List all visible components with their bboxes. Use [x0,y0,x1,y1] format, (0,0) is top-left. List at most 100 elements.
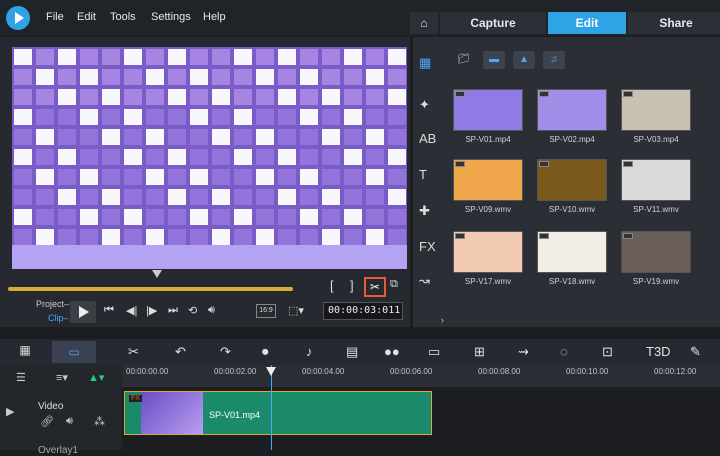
add-marker-icon[interactable]: ▲▾ [88,371,104,384]
tab-share[interactable]: Share [628,12,720,34]
light-tile [256,149,274,165]
light-tile [212,149,230,165]
video-clip[interactable]: FX SP-V01.mp4 [124,391,432,435]
crop-icon[interactable]: ⬚▾ [288,304,304,317]
prev-frame-icon[interactable]: ◀| [126,304,137,317]
pan-zoom-icon[interactable]: ⊡ [602,344,613,360]
record-icon[interactable]: ⏺ [262,344,269,360]
show-audio-icon[interactable]: ♫ [543,51,565,69]
link-icon[interactable]: 🔗︎ [40,415,54,428]
chapter-icon[interactable]: ≡▾ [56,371,68,384]
media-thumbnail[interactable] [537,231,607,273]
light-tile [14,89,32,105]
filter-icon[interactable]: FX [419,239,436,254]
light-tile [212,129,230,145]
enlarge-icon[interactable]: ⧉ [390,278,398,291]
light-tile [58,149,76,165]
expand-panel-icon[interactable]: › [441,315,453,327]
next-frame-icon[interactable]: |▶ [146,304,157,317]
subtitle-icon[interactable]: ▭ [428,344,440,360]
menu-tools[interactable]: Tools [110,11,136,23]
media-type-icon [539,161,549,167]
tools-icon[interactable]: ✂ [128,344,139,360]
media-thumbnail[interactable] [621,159,691,201]
media-thumbnail[interactable] [537,159,607,201]
scrub-bar[interactable] [8,287,293,291]
tab-capture[interactable]: Capture [440,12,546,34]
menu-settings[interactable]: Settings [151,11,191,23]
media-thumbnail[interactable] [453,231,523,273]
repeat-icon[interactable]: ⟲ [188,304,197,317]
path-icon[interactable]: ↝ [419,273,430,289]
light-tile [322,69,340,85]
timeline-ruler[interactable]: 00:00:00.00 00:00:02.00 00:00:04.00 00:00:0… [122,365,720,387]
media-thumbnail[interactable] [537,89,607,131]
light-tile [190,229,208,245]
show-photos-icon[interactable]: ▲ [513,51,535,69]
tab-edit[interactable]: Edit [548,12,626,34]
media-thumbnail[interactable] [621,231,691,273]
track-manager-icon[interactable]: ☰ [16,371,26,384]
light-tile [366,49,384,65]
storyboard-view-icon[interactable]: ▦ [10,343,40,361]
show-videos-icon[interactable]: ▬ [483,51,505,69]
ripple-icon[interactable]: ⁂ [94,415,105,428]
scrubber-knob[interactable] [152,270,162,278]
light-tile [300,89,318,105]
volume-icon[interactable]: 🔊︎ [208,304,215,317]
project-mode-label[interactable]: Project– [36,299,69,309]
playhead-handle[interactable] [266,367,276,376]
instant-project-icon[interactable]: ✦ [419,97,430,113]
mark-out-button[interactable]: ] [350,278,354,293]
time-remapping-icon[interactable]: ⇝ [518,344,529,360]
home-frame-icon[interactable]: ⏮ [104,304,114,317]
mask-creator-icon[interactable]: ◌ [560,344,568,359]
menu-edit[interactable]: Edit [77,11,96,23]
light-tile [366,189,384,205]
sound-mixer-icon[interactable]: ♪ [306,344,313,359]
light-tile [256,89,274,105]
add-folder-icon[interactable]: 📁︎ [453,51,475,69]
split-clip-icon[interactable]: ✂ [364,277,386,297]
multi-camera-icon[interactable]: ⊞ [474,344,485,360]
light-tile [124,69,142,85]
media-thumbnail[interactable] [453,159,523,201]
auto-music-icon[interactable]: ▤ [346,344,358,360]
menu-help[interactable]: Help [203,11,226,23]
media-icon[interactable]: ▦ [419,55,431,71]
light-tile [168,149,186,165]
track-volume-icon[interactable]: 🔊︎ [66,415,73,428]
timeline-tracks[interactable]: FX SP-V01.mp4 [122,387,720,450]
timecode-field[interactable]: 00:00:03:011 [323,302,403,320]
motion-tracking-icon[interactable]: ●● [384,344,400,359]
undo-icon[interactable]: ↶ [175,344,186,360]
light-tile [300,109,318,125]
painting-icon[interactable]: ✎ [690,344,701,360]
end-frame-icon[interactable]: ⏭ [168,304,178,317]
light-tile [234,229,252,245]
title-icon[interactable]: T [419,167,427,182]
light-tile [322,49,340,65]
light-tile [256,69,274,85]
light-tile [124,89,142,105]
light-tile [124,49,142,65]
redo-icon[interactable]: ↷ [220,344,231,360]
light-tile [190,169,208,185]
graphics-icon[interactable]: ✚ [419,203,430,219]
timeline-view-icon[interactable]: ▭ [52,341,96,363]
overlay-track-label: Overlay1 [38,445,79,456]
mark-in-button[interactable]: [ [330,278,334,293]
play-button[interactable] [70,301,96,323]
light-tile [146,89,164,105]
transition-icon[interactable]: AB [419,131,436,146]
menu-file[interactable]: File [46,11,64,23]
light-tile [102,129,120,145]
clip-mode-label[interactable]: Clip– [48,313,69,323]
home-icon[interactable]: ⌂ [410,12,438,34]
media-thumbnail[interactable] [621,89,691,131]
light-tile [322,149,340,165]
light-tile [256,109,274,125]
3d-title-icon[interactable]: T3D [646,344,671,359]
aspect-ratio-button[interactable]: 16:9 [256,304,276,318]
media-thumbnail[interactable] [453,89,523,131]
